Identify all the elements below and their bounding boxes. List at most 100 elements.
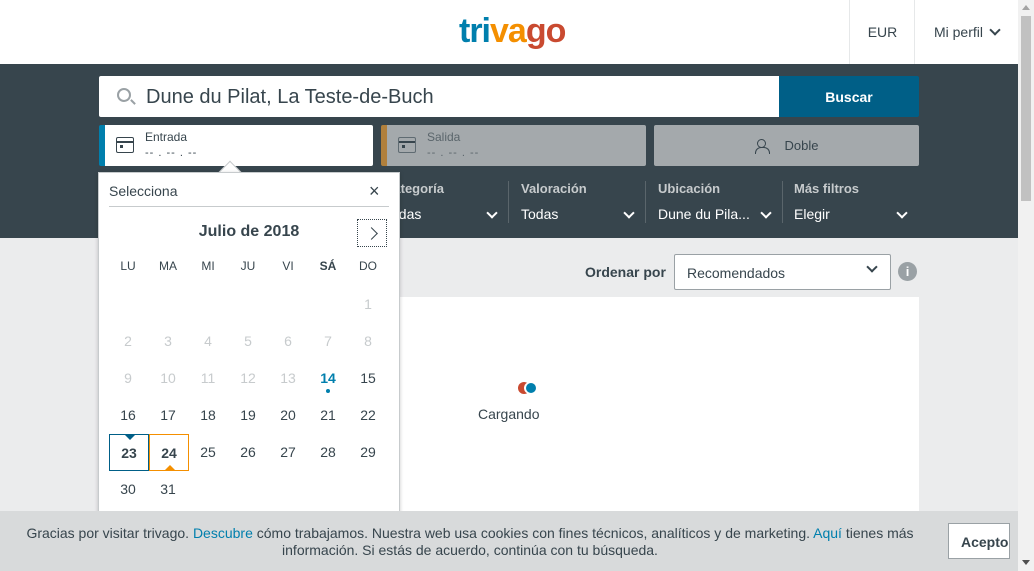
calendar-day: 6 bbox=[284, 333, 292, 349]
calendar-day: 4 bbox=[204, 333, 212, 349]
checkout-label: Salida bbox=[427, 130, 461, 144]
calendar-day[interactable]: 21 bbox=[308, 397, 348, 434]
trivago-logo[interactable]: trivago bbox=[459, 12, 567, 51]
logo-part-tri: tri bbox=[459, 12, 491, 50]
divider bbox=[109, 206, 389, 207]
weekday-label: LU bbox=[120, 259, 136, 273]
currency-button[interactable]: EUR bbox=[849, 0, 915, 64]
filter-category[interactable]: Categoría Todas bbox=[384, 181, 502, 225]
calendar-day[interactable]: 16 bbox=[108, 397, 148, 434]
scroll-up-icon[interactable] bbox=[1022, 5, 1030, 10]
calendar-day: 5 bbox=[244, 333, 252, 349]
calendar-day: 3 bbox=[164, 333, 172, 349]
calendar-day: 9 bbox=[124, 370, 132, 386]
checkin-value: -- . -- . -- bbox=[145, 147, 198, 159]
calendar-icon bbox=[116, 137, 134, 153]
calendar-day[interactable]: 30 bbox=[108, 471, 148, 508]
calendar-day: 1 bbox=[364, 296, 372, 312]
filter-location-value: Dune du Pila... bbox=[658, 206, 750, 222]
filter-more-label: Más filtros bbox=[794, 181, 860, 196]
calendar-day[interactable]: 31 bbox=[148, 471, 188, 508]
filter-location-label: Ubicación bbox=[658, 181, 721, 196]
calendar-day: 2 bbox=[124, 333, 132, 349]
calendar-day[interactable]: 29 bbox=[348, 434, 388, 471]
page-scrollbar[interactable] bbox=[1018, 0, 1034, 571]
weekday-label: DO bbox=[359, 259, 377, 273]
logo-part-va: va bbox=[490, 12, 527, 50]
top-header: trivago EUR Mi perfil bbox=[0, 0, 1018, 64]
more-info-link[interactable]: Aquí bbox=[813, 525, 842, 541]
calendar-day[interactable]: 19 bbox=[228, 397, 268, 434]
filter-rating[interactable]: Valoración Todas bbox=[521, 181, 639, 225]
accept-cookies-label: Acepto bbox=[961, 534, 1009, 550]
logo-part-go: go bbox=[525, 12, 567, 50]
calendar-day-checkout[interactable]: 24 bbox=[149, 434, 189, 471]
calendar-day[interactable]: 20 bbox=[268, 397, 308, 434]
calendar-icon bbox=[398, 137, 416, 153]
sort-label: Ordenar por bbox=[585, 264, 666, 280]
filter-category-label: Categoría bbox=[384, 181, 444, 196]
weekday-label: MI bbox=[201, 259, 215, 273]
cookie-message: Gracias por visitar trivago. Descubre có… bbox=[26, 525, 914, 558]
calendar-day: 8 bbox=[364, 333, 372, 349]
loading-spinner-icon bbox=[518, 382, 540, 394]
profile-menu-button[interactable]: Mi perfil bbox=[914, 0, 1018, 64]
checkin-field[interactable]: Entrada -- . -- . -- bbox=[99, 125, 373, 166]
info-icon[interactable]: i bbox=[898, 262, 917, 281]
next-month-button[interactable] bbox=[357, 219, 387, 247]
calendar-day[interactable]: 26 bbox=[228, 434, 268, 471]
filter-more-value: Elegir bbox=[794, 206, 830, 222]
filter-location[interactable]: Ubicación Dune du Pila... bbox=[658, 181, 776, 225]
chevron-down-icon bbox=[989, 24, 1001, 36]
checkin-label: Entrada bbox=[145, 130, 188, 144]
filter-category-value: Todas bbox=[384, 206, 422, 222]
destination-search-input[interactable]: Dune du Pilat, La Teste-de-Buch bbox=[99, 76, 780, 117]
discover-link[interactable]: Descubre bbox=[193, 525, 253, 541]
calendar-day-today[interactable]: 14 bbox=[308, 360, 348, 397]
scroll-down-icon[interactable] bbox=[1022, 560, 1030, 565]
calendar-month-label: Julio de 2018 bbox=[198, 223, 300, 240]
checkout-value: -- . -- . -- bbox=[427, 147, 480, 159]
filter-divider bbox=[645, 181, 646, 223]
calendar-day[interactable]: 18 bbox=[188, 397, 228, 434]
weekday-label: VI bbox=[282, 259, 294, 273]
calendar-day[interactable]: 17 bbox=[148, 397, 188, 434]
calendar-day[interactable]: 27 bbox=[268, 434, 308, 471]
scroll-thumb[interactable] bbox=[1021, 16, 1031, 201]
date-picker-popover: Selecciona × Julio de 2018 LU MA MI JU V… bbox=[98, 172, 400, 532]
loading-text: Cargando bbox=[478, 406, 540, 422]
accept-cookies-button[interactable]: Acepto bbox=[948, 523, 1010, 559]
filter-rating-value: Todas bbox=[521, 206, 559, 222]
close-icon[interactable]: × bbox=[369, 182, 380, 200]
checkout-field[interactable]: Salida -- . -- . -- bbox=[381, 125, 646, 166]
search-icon bbox=[117, 88, 131, 102]
calendar-day: 12 bbox=[240, 370, 256, 386]
weekday-label: JU bbox=[240, 259, 256, 273]
destination-value: Dune du Pilat, La Teste-de-Buch bbox=[146, 86, 434, 108]
calendar-day[interactable]: 22 bbox=[348, 397, 388, 434]
calendar-day[interactable]: 25 bbox=[188, 434, 228, 471]
search-button-label: Buscar bbox=[825, 88, 873, 105]
filter-divider bbox=[782, 181, 783, 223]
date-picker-title: Selecciona bbox=[109, 183, 178, 199]
weekday-label: MA bbox=[159, 259, 177, 273]
filter-more[interactable]: Más filtros Elegir bbox=[794, 181, 912, 225]
calendar-day: 13 bbox=[280, 370, 296, 386]
calendar-day-checkin[interactable]: 23 bbox=[109, 434, 149, 471]
profile-label: Mi perfil bbox=[933, 24, 983, 40]
room-type-label: Doble bbox=[784, 138, 819, 153]
cookie-banner: Gracias por visitar trivago. Descubre có… bbox=[0, 511, 1018, 571]
filter-rating-label: Valoración bbox=[521, 181, 587, 196]
filter-divider bbox=[508, 181, 509, 223]
sort-select[interactable]: Recomendados bbox=[674, 254, 891, 290]
sort-value: Recomendados bbox=[687, 265, 786, 281]
calendar-day[interactable]: 28 bbox=[308, 434, 348, 471]
calendar-day: 10 bbox=[160, 370, 176, 386]
search-button[interactable]: Buscar bbox=[779, 76, 919, 117]
calendar-day[interactable]: 15 bbox=[348, 360, 388, 397]
currency-label: EUR bbox=[867, 24, 898, 40]
weekday-label: SÁ bbox=[319, 259, 337, 273]
calendar-day: 11 bbox=[200, 370, 216, 386]
calendar-day: 7 bbox=[324, 333, 332, 349]
room-type-selector[interactable]: Doble bbox=[654, 125, 919, 166]
